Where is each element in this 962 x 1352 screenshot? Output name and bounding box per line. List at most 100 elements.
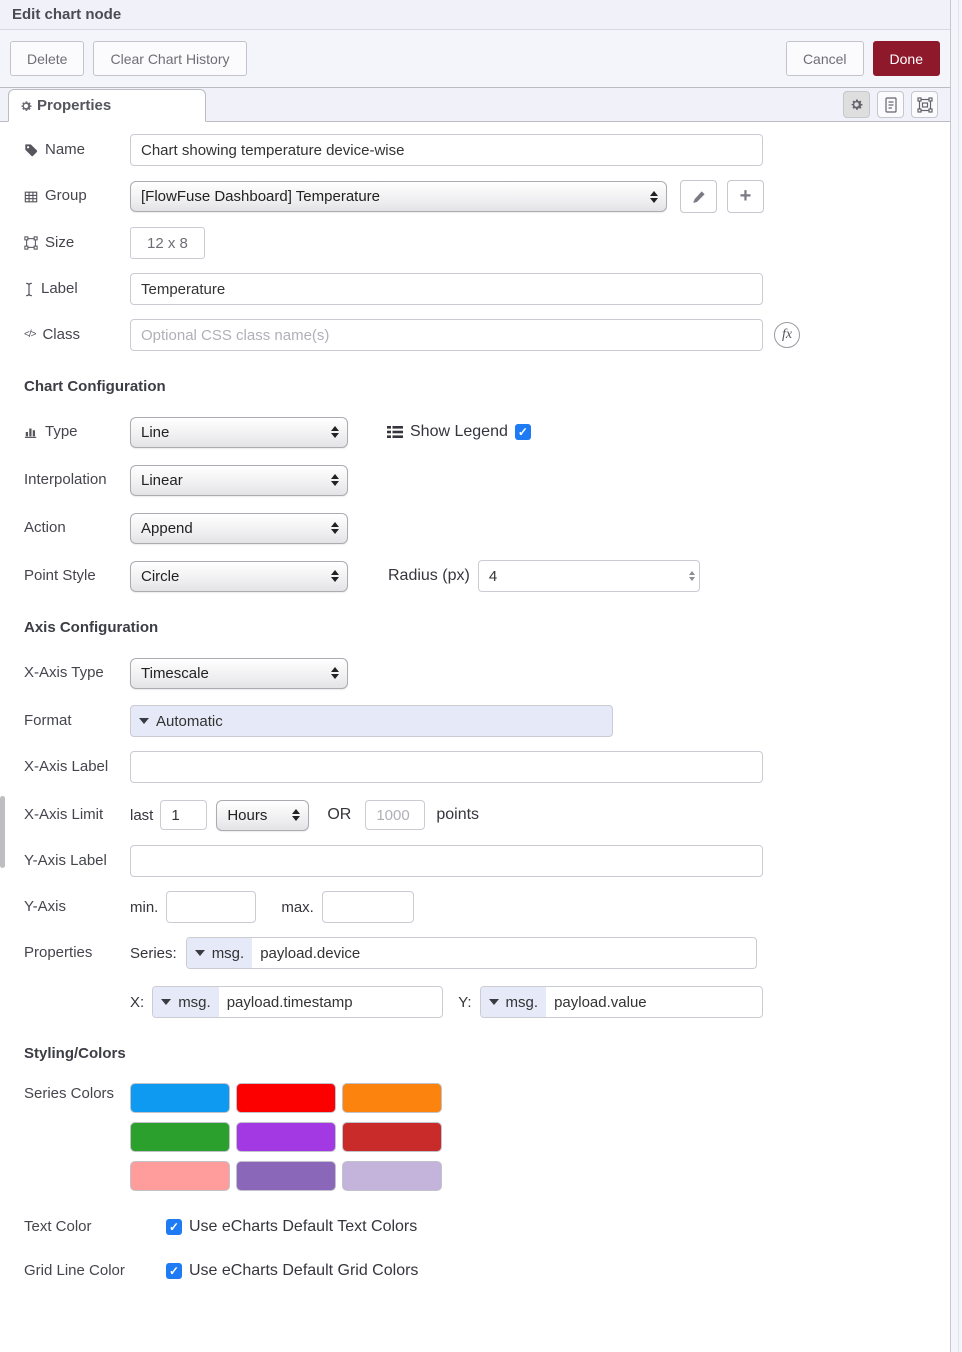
x-typed-input[interactable]: msg. payload.timestamp	[152, 986, 443, 1018]
x-type-dropdown[interactable]: msg.	[153, 987, 219, 1017]
series-color-swatch-7[interactable]	[130, 1161, 230, 1191]
type-label: Type	[45, 423, 78, 442]
size-button[interactable]: 12 x 8	[130, 227, 205, 259]
fx-badge-icon: fx	[774, 322, 800, 348]
caret-down-icon	[489, 999, 499, 1005]
series-color-swatch-3[interactable]	[342, 1083, 442, 1113]
y-axis-min-text: min.	[130, 899, 158, 916]
class-input[interactable]	[130, 319, 763, 351]
cancel-button[interactable]: Cancel	[786, 41, 864, 76]
x-axis-type-label: X-Axis Type	[24, 664, 130, 683]
i-cursor-icon	[24, 282, 34, 297]
appearance-icon	[917, 97, 933, 113]
chart-bar-icon	[24, 425, 38, 439]
y-type-dropdown[interactable]: msg.	[481, 987, 547, 1017]
dialog-title: Edit chart node	[0, 0, 962, 30]
x-axis-limit-unit-select[interactable]: Hours	[216, 800, 309, 831]
select-arrows-icon	[331, 570, 339, 582]
x-property-value[interactable]: payload.timestamp	[219, 987, 442, 1017]
right-scrollbar-track[interactable]	[950, 0, 962, 1352]
add-group-button[interactable]: +	[727, 180, 764, 213]
dialog-toolbar: Delete Clear Chart History Cancel Done	[0, 30, 962, 88]
series-color-swatch-8[interactable]	[236, 1161, 336, 1191]
tag-icon	[24, 143, 38, 157]
y-axis-max-text: max.	[281, 899, 314, 916]
x-property-label: X:	[130, 994, 144, 1011]
x-axis-type-value: Timescale	[141, 665, 209, 682]
text-color-checkbox[interactable]: ✓	[166, 1219, 182, 1235]
properties-form: Name Group [FlowFuse Dashboard] Temperat…	[0, 134, 962, 1317]
x-axis-label-input[interactable]	[130, 751, 763, 783]
show-legend-checkbox[interactable]: ✓	[515, 424, 531, 440]
grid-line-color-label: Grid Line Color	[24, 1262, 130, 1281]
y-property-label: Y:	[458, 994, 471, 1011]
radius-input[interactable]	[478, 560, 700, 592]
tab-bar: Properties	[0, 88, 962, 122]
point-style-select[interactable]: Circle	[130, 561, 348, 592]
grid-line-color-option: ✓ Use eCharts Default Grid Colors	[166, 1262, 418, 1280]
plus-icon: +	[740, 185, 752, 208]
series-color-swatch-5[interactable]	[236, 1122, 336, 1152]
series-color-swatch-4[interactable]	[130, 1122, 230, 1152]
points-text: points	[436, 806, 479, 824]
grid-line-color-checkbox-label: Use eCharts Default Grid Colors	[189, 1262, 418, 1280]
interpolation-select[interactable]: Linear	[130, 465, 348, 496]
text-color-label: Text Color	[24, 1218, 130, 1237]
edit-properties-button[interactable]	[843, 91, 870, 118]
action-value: Append	[141, 520, 193, 537]
y-property-value[interactable]: payload.value	[546, 987, 761, 1017]
done-button[interactable]: Done	[873, 41, 940, 76]
select-arrows-icon	[650, 191, 658, 203]
radius-stepper[interactable]	[478, 560, 700, 592]
y-typed-input[interactable]: msg. payload.value	[480, 986, 763, 1018]
label-input[interactable]	[130, 273, 763, 305]
format-value: Automatic	[156, 713, 223, 730]
properties-label: Properties	[24, 944, 130, 963]
type-label-group: Type	[24, 423, 130, 442]
name-input[interactable]	[130, 134, 763, 166]
left-scrollbar-thumb[interactable]	[0, 796, 5, 868]
grid-line-color-checkbox[interactable]: ✓	[166, 1263, 182, 1279]
edit-description-button[interactable]	[877, 91, 904, 118]
edit-group-button[interactable]	[680, 180, 717, 213]
x-axis-type-select[interactable]: Timescale	[130, 658, 348, 689]
y-axis-label: Y-Axis	[24, 898, 130, 917]
show-legend-label: Show Legend	[410, 423, 508, 441]
class-label: Class	[42, 326, 80, 345]
select-arrows-icon	[331, 426, 339, 438]
format-typed-input[interactable]: Automatic	[130, 705, 613, 737]
series-colors-grid	[130, 1083, 442, 1191]
node-appearance-button[interactable]	[911, 91, 938, 118]
clear-chart-history-button[interactable]: Clear Chart History	[93, 41, 246, 76]
chart-type-select[interactable]: Line	[130, 417, 348, 448]
name-label: Name	[45, 141, 85, 160]
label-label-group: Label	[24, 280, 130, 299]
show-legend-group: Show Legend ✓	[387, 423, 531, 441]
y-axis-min-input[interactable]	[166, 891, 256, 923]
delete-button[interactable]: Delete	[10, 41, 84, 76]
series-color-swatch-2[interactable]	[236, 1083, 336, 1113]
y-axis-label-input[interactable]	[130, 845, 763, 877]
series-typed-input[interactable]: msg. payload.device	[186, 937, 757, 969]
chart-type-value: Line	[141, 424, 169, 441]
or-text: OR	[327, 806, 351, 824]
series-color-swatch-6[interactable]	[342, 1122, 442, 1152]
document-icon	[884, 97, 898, 113]
tab-properties-label: Properties	[37, 97, 111, 114]
x-axis-limit-points-input[interactable]	[365, 800, 425, 830]
x-axis-label-label: X-Axis Label	[24, 758, 130, 777]
stepper-arrows-icon[interactable]	[689, 571, 695, 581]
group-select[interactable]: [FlowFuse Dashboard] Temperature	[130, 181, 667, 212]
caret-down-icon	[195, 950, 205, 956]
format-dropdown[interactable]: Automatic	[131, 706, 231, 736]
x-axis-limit-value-input[interactable]	[160, 800, 207, 830]
series-color-swatch-1[interactable]	[130, 1083, 230, 1113]
series-value[interactable]: payload.device	[252, 938, 755, 968]
y-axis-max-input[interactable]	[322, 891, 414, 923]
axis-configuration-heading: Axis Configuration	[24, 619, 938, 636]
tab-properties[interactable]: Properties	[8, 89, 206, 122]
series-type-dropdown[interactable]: msg.	[187, 938, 253, 968]
action-select[interactable]: Append	[130, 513, 348, 544]
series-color-swatch-9[interactable]	[342, 1161, 442, 1191]
group-label-group: Group	[24, 187, 130, 206]
